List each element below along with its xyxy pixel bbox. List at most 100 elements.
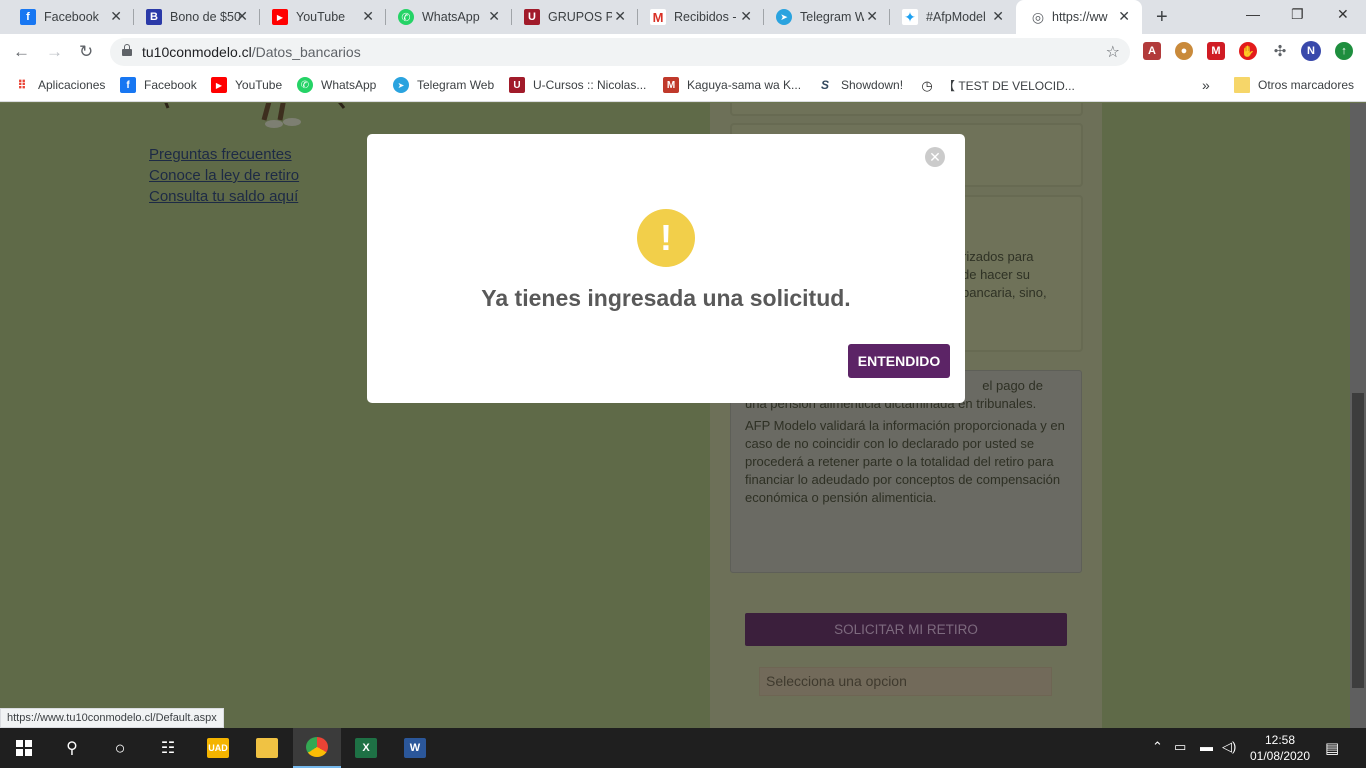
confirm-button[interactable]: ENTENDIDO bbox=[848, 344, 950, 378]
cookie-extension-icon[interactable]: ● bbox=[1175, 42, 1193, 60]
tab-title: https://ww bbox=[1052, 10, 1108, 24]
browser-toolbar: ← → ↻ tu10conmodelo.cl/Datos_bancarios ☆ bbox=[0, 34, 1366, 70]
bookmark-ucursos[interactable]: U U-Cursos :: Nicolas... bbox=[509, 77, 646, 93]
windows-taskbar: ⚲ ○ ☷ UAD X W ⌃ ▭ ▬ ◁) 12:58 01/08/2020 … bbox=[0, 728, 1366, 768]
balance-link[interactable]: Consulta tu saldo aquí bbox=[149, 188, 298, 205]
tab-active-page[interactable]: ◎ https://ww ✕ bbox=[1016, 0, 1142, 34]
search-icon[interactable]: ⚲ bbox=[48, 728, 96, 768]
tab-gmail[interactable]: M Recibidos - ✕ bbox=[630, 0, 764, 34]
uad-app-icon[interactable]: UAD bbox=[194, 728, 242, 768]
close-icon[interactable]: ✕ bbox=[362, 8, 374, 25]
windows-logo-icon bbox=[16, 740, 32, 756]
tray-chevron-icon[interactable]: ⌃ bbox=[1152, 739, 1163, 755]
url-domain: tu10conmodelo.cl bbox=[142, 44, 252, 60]
clock-date: 01/08/2020 bbox=[1249, 749, 1311, 763]
start-button[interactable] bbox=[0, 728, 48, 768]
cortana-icon[interactable]: ○ bbox=[96, 728, 144, 768]
telegram-icon: ➤ bbox=[776, 9, 792, 25]
tab-title: Bono de $50 bbox=[170, 10, 241, 24]
close-icon[interactable]: ✕ bbox=[866, 8, 878, 25]
minimize-button[interactable]: — bbox=[1246, 6, 1260, 22]
pdf-extension-icon[interactable]: A bbox=[1143, 42, 1161, 60]
battery-icon[interactable]: ▬ bbox=[1200, 739, 1213, 754]
close-icon[interactable]: ✕ bbox=[1118, 8, 1130, 25]
close-icon[interactable]: ✕ bbox=[925, 147, 945, 167]
profile-avatar[interactable]: N bbox=[1301, 41, 1321, 61]
tab-title: Facebook bbox=[44, 10, 99, 24]
close-icon[interactable]: ✕ bbox=[236, 8, 248, 25]
bookmark-youtube[interactable]: ▶ YouTube bbox=[211, 77, 282, 93]
tab-grupos[interactable]: U GRUPOS PA ✕ bbox=[504, 0, 638, 34]
info-text-fragment: de hacer su bbox=[962, 267, 1030, 282]
law-link[interactable]: Conoce la ley de retiro bbox=[149, 167, 299, 184]
bookmark-facebook[interactable]: f Facebook bbox=[120, 77, 197, 93]
close-icon[interactable]: ✕ bbox=[740, 8, 752, 25]
bookmark-apps[interactable]: ⠿ Aplicaciones bbox=[14, 77, 105, 93]
telegram-icon: ➤ bbox=[393, 77, 409, 93]
address-bar[interactable]: tu10conmodelo.cl/Datos_bancarios ☆ bbox=[110, 38, 1130, 66]
form-card bbox=[730, 103, 1083, 116]
bookmarks-bar: ⠿ Aplicaciones f Facebook ▶ YouTube ✆ WhatsA… bbox=[0, 70, 1366, 102]
chrome-icon[interactable] bbox=[293, 728, 341, 768]
close-icon[interactable]: ✕ bbox=[488, 8, 500, 25]
task-view-icon[interactable]: ☷ bbox=[144, 728, 192, 768]
info-text-fragment: rizados para bbox=[962, 249, 1034, 264]
tab-twitter[interactable]: ✦ #AfpModel ✕ bbox=[882, 0, 1016, 34]
bookmark-label: Showdown! bbox=[841, 78, 904, 92]
tab-youtube[interactable]: ▶ YouTube ✕ bbox=[252, 0, 386, 34]
other-bookmarks-folder[interactable]: Otros marcadores bbox=[1234, 77, 1354, 93]
close-icon[interactable]: ✕ bbox=[992, 8, 1004, 25]
info-text-fragment: bancaria, sino, bbox=[962, 285, 1047, 300]
tab-title: #AfpModel bbox=[926, 10, 986, 24]
tab-bono[interactable]: B Bono de $50 ✕ bbox=[126, 0, 260, 34]
bookmark-star-icon[interactable]: ☆ bbox=[1106, 42, 1120, 62]
network-icon[interactable]: ▭ bbox=[1174, 739, 1186, 755]
close-icon[interactable]: ✕ bbox=[110, 8, 122, 25]
new-tab-button[interactable]: + bbox=[1156, 6, 1168, 29]
bookmark-kaguya[interactable]: M Kaguya-sama wa K... bbox=[663, 77, 801, 93]
tab-whatsapp[interactable]: ✆ WhatsApp ✕ bbox=[378, 0, 512, 34]
update-icon[interactable]: ↑ bbox=[1335, 42, 1353, 60]
close-icon[interactable]: ✕ bbox=[614, 8, 626, 25]
dialog-title: Ya tienes ingresada una solicitud. bbox=[481, 285, 851, 311]
request-withdrawal-button[interactable]: SOLICITAR MI RETIRO bbox=[745, 613, 1067, 646]
forward-icon[interactable]: → bbox=[46, 42, 63, 62]
mega-extension-icon[interactable]: M bbox=[1207, 42, 1225, 60]
manga-icon: M bbox=[663, 77, 679, 93]
excel-icon[interactable]: X bbox=[342, 728, 390, 768]
volume-icon[interactable]: ◁) bbox=[1222, 739, 1236, 755]
notifications-icon[interactable]: ▤ bbox=[1325, 739, 1339, 757]
bookmark-speedtest[interactable]: ◷ 【 TEST DE VELOCID... bbox=[919, 77, 1075, 94]
restore-button[interactable]: ❐ bbox=[1291, 6, 1304, 23]
adblock-extension-icon[interactable]: ✋ bbox=[1239, 42, 1257, 60]
bono-icon: B bbox=[146, 9, 162, 25]
scrollbar-thumb[interactable] bbox=[1352, 393, 1364, 688]
close-window-button[interactable]: ✕ bbox=[1337, 6, 1349, 23]
bookmarks-more-button[interactable]: » bbox=[1202, 77, 1210, 93]
scrollbar[interactable] bbox=[1350, 103, 1366, 728]
bookmark-label: WhatsApp bbox=[321, 78, 377, 92]
bookmark-whatsapp[interactable]: ✆ WhatsApp bbox=[297, 77, 376, 93]
bookmark-label: Aplicaciones bbox=[38, 78, 106, 92]
option-select[interactable]: Selecciona una opcion bbox=[759, 667, 1052, 696]
file-explorer-icon[interactable] bbox=[243, 728, 291, 768]
system-clock[interactable]: 12:58 01/08/2020 bbox=[1245, 732, 1315, 764]
lock-icon[interactable] bbox=[122, 44, 132, 56]
back-icon[interactable]: ← bbox=[13, 42, 30, 62]
bookmark-label: YouTube bbox=[235, 78, 283, 92]
speedometer-icon: ◷ bbox=[919, 77, 935, 94]
reload-icon[interactable]: ↻ bbox=[79, 42, 93, 62]
puzzle-icon[interactable]: ✣ bbox=[1271, 42, 1289, 60]
bookmark-telegram[interactable]: ➤ Telegram Web bbox=[393, 77, 494, 93]
bookmark-label: Telegram Web bbox=[417, 78, 495, 92]
bookmark-label: Kaguya-sama wa K... bbox=[687, 78, 802, 92]
tab-telegram[interactable]: ➤ Telegram W ✕ bbox=[756, 0, 890, 34]
bookmark-showdown[interactable]: S Showdown! bbox=[817, 77, 903, 93]
youtube-icon: ▶ bbox=[272, 9, 288, 25]
tab-title: Recibidos - bbox=[674, 10, 737, 24]
tab-facebook[interactable]: f Facebook ✕ bbox=[0, 0, 134, 34]
bookmark-label: 【 TEST DE VELOCID... bbox=[943, 79, 1075, 93]
word-icon[interactable]: W bbox=[391, 728, 439, 768]
apps-grid-icon: ⠿ bbox=[14, 77, 30, 93]
faq-link[interactable]: Preguntas frecuentes bbox=[149, 146, 292, 163]
